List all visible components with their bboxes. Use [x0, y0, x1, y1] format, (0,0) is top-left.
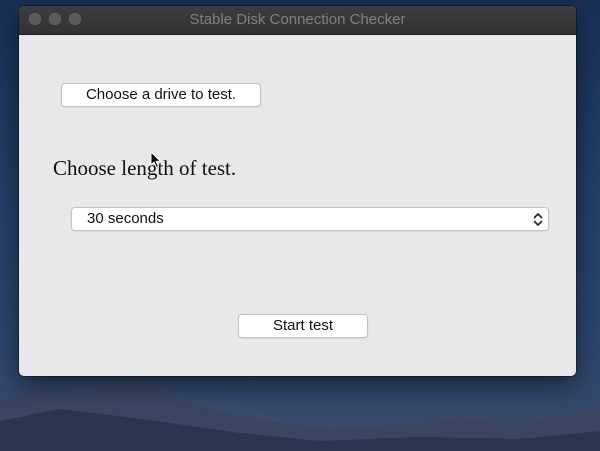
test-length-label: Choose length of test.: [53, 156, 237, 180]
chevron-up-down-icon: [533, 213, 543, 226]
window-titlebar[interactable]: Stable Disk Connection Checker: [19, 6, 576, 35]
test-length-select[interactable]: 30 seconds: [71, 207, 549, 231]
choose-drive-button[interactable]: Choose a drive to test.: [61, 83, 261, 107]
app-window: Stable Disk Connection Checker Choose a …: [19, 6, 576, 376]
start-test-button[interactable]: Start test: [238, 314, 368, 338]
test-length-selected-value: 30 seconds: [87, 210, 164, 227]
desktop-wallpaper-mountains: [0, 381, 600, 451]
window-title: Stable Disk Connection Checker: [189, 11, 406, 28]
